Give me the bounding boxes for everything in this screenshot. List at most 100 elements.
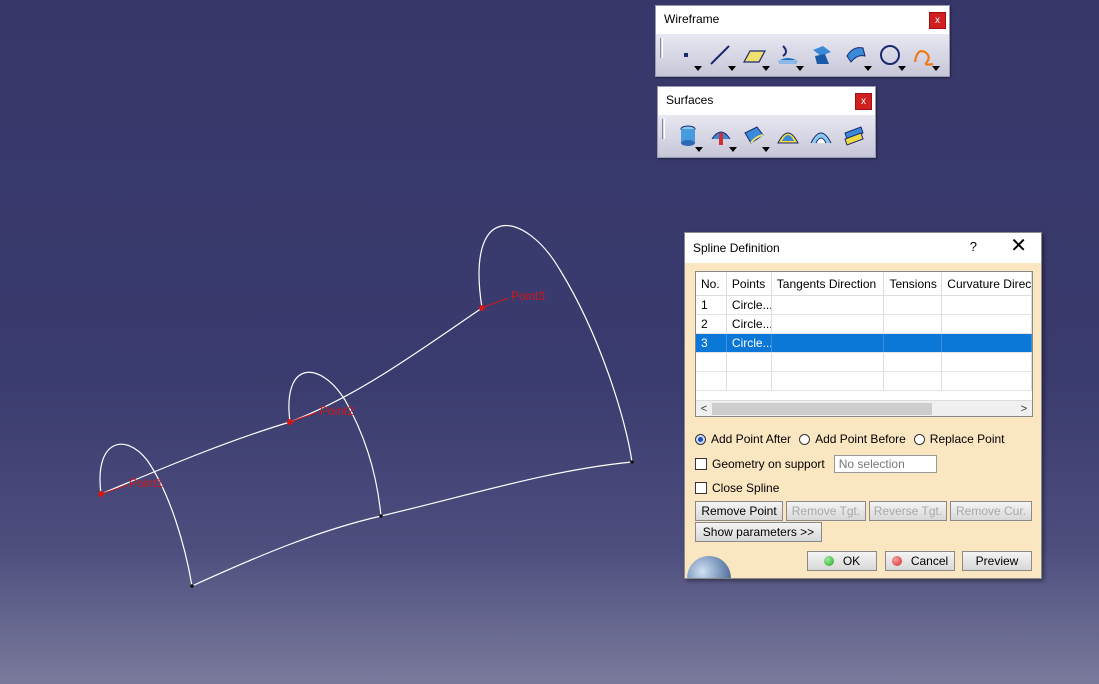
revolve-icon — [711, 131, 731, 145]
table-row[interactable]: 1 Circle... — [696, 296, 1032, 315]
column-header-tensions[interactable]: Tensions — [884, 272, 943, 295]
base-curve[interactable] — [191, 461, 633, 587]
row-curvature — [942, 296, 1032, 314]
blend-button[interactable] — [838, 118, 871, 154]
intersection-button[interactable] — [805, 37, 839, 73]
table-row[interactable]: 2 Circle... — [696, 315, 1032, 334]
dialog-titlebar[interactable]: Spline Definition ? ✕ — [685, 233, 1041, 263]
plane-button[interactable] — [737, 37, 771, 73]
surfaces-toolbar-titlebar[interactable]: Surfaces x — [658, 87, 875, 115]
cancel-button[interactable]: Cancel — [885, 551, 955, 571]
replace-point-label[interactable]: Replace Point — [930, 432, 1005, 446]
replace-point-radio[interactable] — [913, 433, 925, 445]
dialog-close-button[interactable]: ✕ — [1010, 236, 1027, 256]
wireframe-toolbar[interactable]: Wireframe x — [655, 5, 950, 77]
line-dropdown-arrow[interactable] — [728, 66, 736, 71]
sweep-button[interactable] — [738, 118, 771, 154]
row-number: 1 — [696, 296, 727, 314]
offset-dropdown-arrow[interactable] — [864, 66, 872, 71]
geometry-on-support-row: Geometry on support No selection — [695, 455, 937, 473]
circle-button[interactable] — [873, 37, 907, 73]
table-row-selected[interactable]: 3 Circle... — [696, 334, 1032, 353]
revolve-button[interactable] — [704, 118, 737, 154]
scroll-thumb[interactable] — [712, 402, 932, 415]
remove-point-button[interactable]: Remove Point — [695, 501, 783, 521]
right-arc[interactable] — [478, 225, 633, 463]
row-tension — [884, 315, 943, 333]
add-point-before-label[interactable]: Add Point Before — [815, 432, 906, 446]
geometry-on-support-label[interactable]: Geometry on support — [712, 457, 825, 471]
close-spline-label[interactable]: Close Spline — [712, 481, 779, 495]
surfaces-toolbar[interactable]: Surfaces x — [657, 86, 876, 158]
row-point: Circle... — [727, 296, 772, 314]
spline-dropdown-arrow[interactable] — [932, 66, 940, 71]
cancel-label: Cancel — [910, 554, 949, 568]
offset-button[interactable] — [839, 37, 873, 73]
points-table[interactable]: No. Points Tangents Direction Tensions C… — [695, 271, 1033, 417]
extrude-dropdown-arrow[interactable] — [695, 147, 704, 152]
add-point-after-radio[interactable] — [695, 433, 706, 445]
ok-icon — [823, 556, 834, 566]
close-spline-row: Close Spline — [695, 481, 779, 495]
sweep-icon — [744, 126, 765, 144]
surfaces-close-button[interactable]: x — [855, 93, 872, 110]
help-button[interactable]: ? — [970, 239, 977, 254]
line-button[interactable] — [703, 37, 737, 73]
blend-icon — [844, 126, 865, 146]
row-curvature — [942, 334, 1032, 352]
scroll-right-arrow[interactable]: > — [1016, 403, 1032, 415]
wireframe-close-button[interactable]: x — [929, 12, 946, 29]
scroll-left-arrow[interactable]: < — [696, 403, 712, 415]
sweep-dropdown-arrow[interactable] — [762, 147, 771, 152]
spline-button[interactable] — [907, 37, 941, 73]
row-curvature — [942, 315, 1032, 333]
preview-button[interactable]: Preview — [962, 551, 1032, 571]
row-point: Circle... — [727, 334, 772, 352]
add-point-after-label[interactable]: Add Point After — [711, 432, 791, 446]
dialog-title: Spline Definition — [693, 241, 780, 255]
plane-dropdown-arrow[interactable] — [762, 66, 770, 71]
loft-button[interactable] — [804, 118, 837, 154]
toolbar-grip[interactable] — [662, 119, 665, 139]
circle-dropdown-arrow[interactable] — [898, 66, 906, 71]
intersection-icon — [813, 46, 831, 64]
column-header-points[interactable]: Points — [727, 272, 772, 295]
geometry-on-support-checkbox[interactable] — [695, 458, 707, 470]
point1-label: Point1 — [129, 476, 164, 490]
extrude-icon — [680, 125, 696, 146]
remove-tangent-button[interactable]: Remove Tgt. — [786, 501, 866, 521]
projection-dropdown-arrow[interactable] — [796, 66, 804, 71]
column-header-no[interactable]: No. — [696, 272, 727, 295]
insert-mode-group: Add Point After Add Point Before Replace… — [695, 432, 1005, 446]
point-button[interactable] — [669, 37, 703, 73]
close-spline-checkbox[interactable] — [695, 482, 707, 494]
projection-button[interactable] — [771, 37, 805, 73]
row-tangent — [772, 315, 885, 333]
row-tension — [884, 334, 943, 352]
fill-button[interactable] — [771, 118, 804, 154]
support-selection-field[interactable]: No selection — [833, 455, 937, 473]
circle-icon — [880, 45, 900, 65]
remove-curvature-button[interactable]: Remove Cur. — [950, 501, 1032, 521]
ok-button[interactable]: OK — [807, 551, 877, 571]
spline-curve[interactable] — [100, 307, 483, 495]
spline-icon — [913, 50, 934, 66]
wireframe-toolbar-titlebar[interactable]: Wireframe x — [656, 6, 949, 34]
toolbar-grip[interactable] — [660, 38, 663, 58]
horizontal-scrollbar[interactable]: < > — [696, 400, 1032, 416]
projection-icon — [778, 45, 798, 64]
globe-logo — [687, 552, 733, 578]
left-arc[interactable] — [99, 443, 193, 587]
point-dropdown-arrow[interactable] — [694, 66, 702, 71]
add-point-before-radio[interactable] — [799, 433, 811, 445]
spline-definition-dialog[interactable]: Spline Definition ? ✕ No. Points Tangent… — [684, 232, 1042, 579]
extrude-button[interactable] — [671, 118, 704, 154]
column-header-tangents[interactable]: Tangents Direction — [772, 272, 885, 295]
revolve-dropdown-arrow[interactable] — [728, 147, 737, 152]
reverse-tangent-button[interactable]: Reverse Tgt. — [869, 501, 947, 521]
show-parameters-button[interactable]: Show parameters >> — [695, 522, 822, 542]
middle-arc[interactable] — [288, 371, 382, 517]
column-header-curvature[interactable]: Curvature Direc — [942, 272, 1032, 295]
row-number: 3 — [696, 334, 727, 352]
fill-icon — [776, 132, 799, 144]
